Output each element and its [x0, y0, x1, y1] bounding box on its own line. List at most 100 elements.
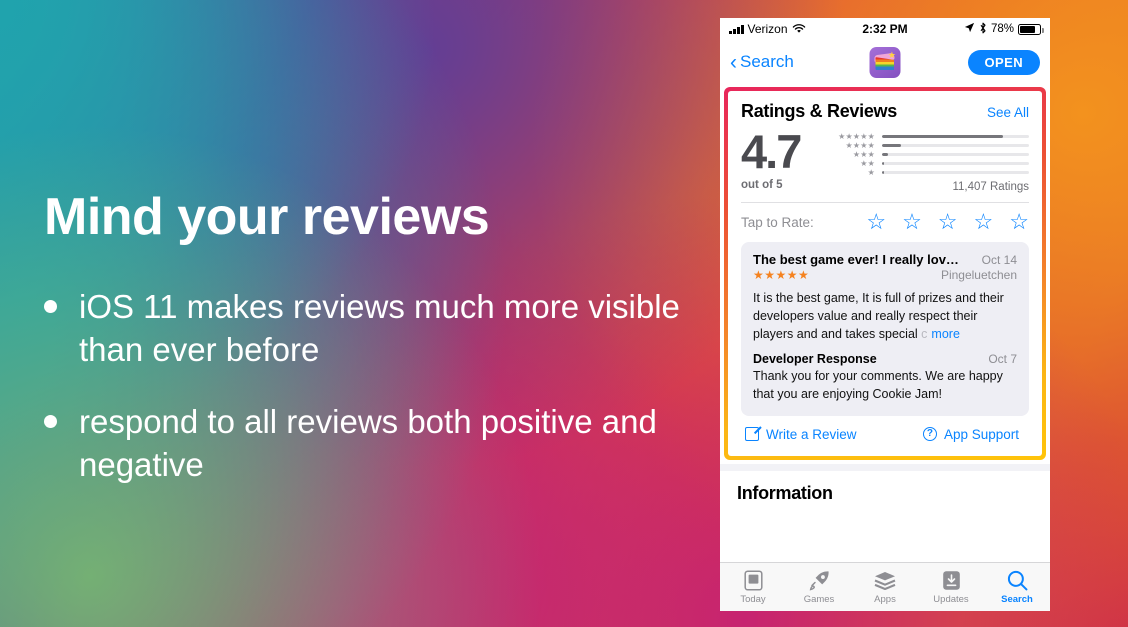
tab-updates[interactable]: Updates	[918, 563, 984, 611]
developer-response-date: Oct 7	[988, 352, 1017, 367]
histogram-row: ★★★★	[827, 141, 1029, 150]
bullet-dot-icon	[44, 299, 57, 313]
rate-star-5[interactable]: ☆	[1009, 211, 1029, 233]
nav-bar: ‹ Search ★ OPEN	[720, 40, 1050, 84]
tap-to-rate-row: Tap to Rate: ☆ ☆ ☆ ☆ ☆	[741, 203, 1029, 242]
review-body-text: It is the best game, It is full of prize…	[753, 291, 1004, 341]
histogram-fill	[882, 153, 888, 156]
bullet-dot-icon	[44, 414, 57, 428]
open-button[interactable]: OPEN	[967, 49, 1040, 75]
histogram-row: ★★	[827, 159, 1029, 168]
tab-games[interactable]: Games	[786, 563, 852, 611]
histogram-row: ★★★	[827, 150, 1029, 159]
review-header: The best game ever! I really lov… Oct 14	[753, 252, 1017, 267]
ratings-histogram: ★★★★★ ★★★★ ★★★ ★★ ★ 11,407 Ratings	[827, 128, 1029, 193]
histogram-track	[882, 144, 1029, 147]
status-bar-right: 78%	[964, 22, 1044, 37]
histogram-track	[882, 162, 1029, 165]
tab-bar: Today Games Apps Updates Search	[720, 562, 1050, 611]
histogram-fill	[882, 171, 884, 174]
information-title: Information	[737, 482, 833, 503]
review-star-rating: ★★★★★	[753, 268, 810, 282]
tab-games-label: Games	[803, 593, 835, 605]
histogram-stars: ★★	[860, 158, 875, 168]
status-bar: Verizon 2:32 PM 78%	[720, 18, 1050, 40]
cake-glyph: ★	[873, 51, 897, 73]
section-header: Ratings & Reviews See All	[741, 101, 1029, 122]
review-author: Pingeluetchen	[940, 268, 1017, 282]
review-meta: ★★★★★ Pingeluetchen	[753, 268, 1017, 282]
histogram-track	[882, 171, 1029, 174]
list-item: iOS 11 makes reviews much more visible t…	[44, 285, 704, 372]
question-circle-icon: ?	[922, 427, 937, 442]
write-a-review-label: Write a Review	[766, 426, 857, 442]
phone-screenshot: Verizon 2:32 PM 78% ‹ Search ★ OPEN Rati…	[720, 18, 1050, 611]
slide-text-block: Mind your reviews iOS 11 makes reviews m…	[44, 190, 704, 515]
histogram-stars: ★★★	[852, 149, 875, 159]
section-separator	[720, 463, 1050, 471]
page-title: Mind your reviews	[44, 188, 490, 246]
tab-today-label: Today	[740, 593, 766, 605]
histogram-stars: ★	[867, 167, 875, 177]
magnifier-icon	[1007, 570, 1028, 592]
tap-to-rate-label: Tap to Rate:	[741, 214, 814, 230]
histogram-stars: ★★★★	[845, 140, 875, 150]
tap-to-rate-stars[interactable]: ☆ ☆ ☆ ☆ ☆	[866, 211, 1029, 233]
histogram-stars: ★★★★★	[838, 131, 875, 141]
back-button[interactable]: ‹ Search	[730, 52, 794, 73]
histogram-fill	[882, 162, 884, 165]
today-document-icon	[743, 570, 763, 592]
information-section: Information	[720, 471, 1050, 504]
review-date: Oct 14	[981, 253, 1017, 267]
average-score: 4.7	[741, 125, 802, 178]
rocket-icon	[809, 570, 830, 592]
review-actions-row: Write a Review ? App Support	[741, 416, 1029, 444]
histogram-fill	[882, 135, 1003, 138]
tab-apps-label: Apps	[874, 593, 896, 605]
app-support-label: App Support	[943, 426, 1019, 442]
section-title: Ratings & Reviews	[741, 101, 897, 121]
score-out-of-label: out of 5	[741, 178, 783, 191]
review-card[interactable]: The best game ever! I really lov… Oct 14…	[741, 242, 1029, 416]
more-link[interactable]: more	[927, 326, 960, 341]
histogram-track	[882, 135, 1029, 138]
stack-layers-icon	[874, 570, 896, 592]
chevron-left-icon: ‹	[730, 50, 737, 74]
review-title: The best game ever! I really lov…	[753, 252, 959, 267]
battery-icon	[1018, 23, 1044, 35]
battery-percent-label: 78%	[990, 23, 1014, 35]
download-arrow-icon	[942, 570, 961, 592]
rate-star-2[interactable]: ☆	[902, 211, 922, 233]
tab-search-label: Search	[1001, 593, 1033, 605]
histogram-row: ★	[827, 168, 1029, 177]
see-all-link[interactable]: See All	[987, 105, 1029, 120]
rate-star-1[interactable]: ☆	[866, 211, 886, 233]
rate-star-3[interactable]: ☆	[938, 211, 958, 233]
app-support-button[interactable]: ? App Support	[922, 426, 1019, 442]
tab-apps[interactable]: Apps	[852, 563, 918, 611]
ratings-summary: 4.7 out of 5 ★★★★★ ★★★★ ★★★ ★★ ★ 11,407 …	[741, 128, 1029, 193]
back-button-label: Search	[740, 52, 794, 71]
developer-response-header: Developer Response Oct 7	[753, 352, 1017, 366]
histogram-track	[882, 153, 1029, 156]
slide-canvas: Mind your reviews iOS 11 makes reviews m…	[0, 0, 1128, 627]
ratings-count-label: 11,407 Ratings	[952, 181, 1029, 193]
developer-response-body: Thank you for your comments. We are happ…	[753, 369, 1003, 401]
write-a-review-button[interactable]: Write a Review	[745, 427, 857, 442]
bullet-text: respond to all reviews both positive and…	[79, 402, 657, 484]
review-body: It is the best game, It is full of prize…	[753, 290, 1017, 343]
average-score-block: 4.7 out of 5	[741, 128, 827, 191]
tab-today[interactable]: Today	[720, 563, 786, 611]
bullet-text: iOS 11 makes reviews much more visible t…	[79, 287, 680, 369]
tab-search[interactable]: Search	[984, 563, 1050, 611]
rate-star-4[interactable]: ☆	[974, 211, 994, 233]
bluetooth-icon	[979, 22, 987, 37]
tab-updates-label: Updates	[933, 593, 969, 605]
compose-icon	[745, 427, 759, 442]
developer-response: Developer Response Oct 7 Thank you for y…	[753, 352, 1017, 404]
cookie-jam-app-icon[interactable]: ★	[869, 46, 901, 78]
location-arrow-icon	[964, 22, 975, 36]
histogram-row: ★★★★★	[827, 132, 1029, 141]
developer-response-title: Developer Response	[753, 352, 877, 367]
histogram-fill	[882, 144, 902, 147]
